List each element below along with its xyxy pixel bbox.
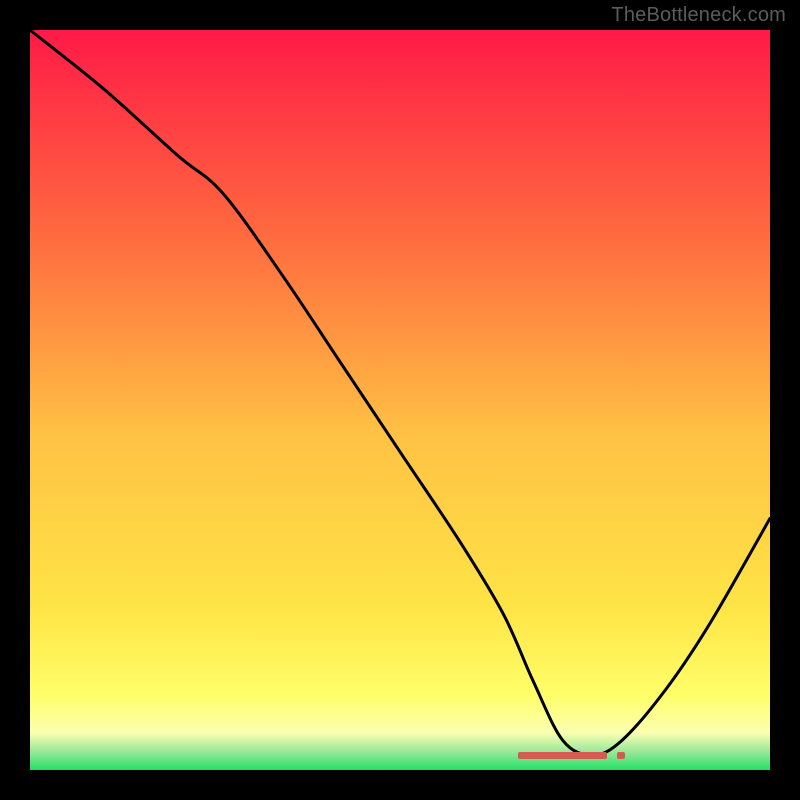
bottleneck-curve [30,30,770,770]
optimal-marker-dot [617,752,625,759]
optimal-marker-bar [518,752,607,759]
chart-area [30,30,770,770]
watermark-text: TheBottleneck.com [611,4,786,27]
